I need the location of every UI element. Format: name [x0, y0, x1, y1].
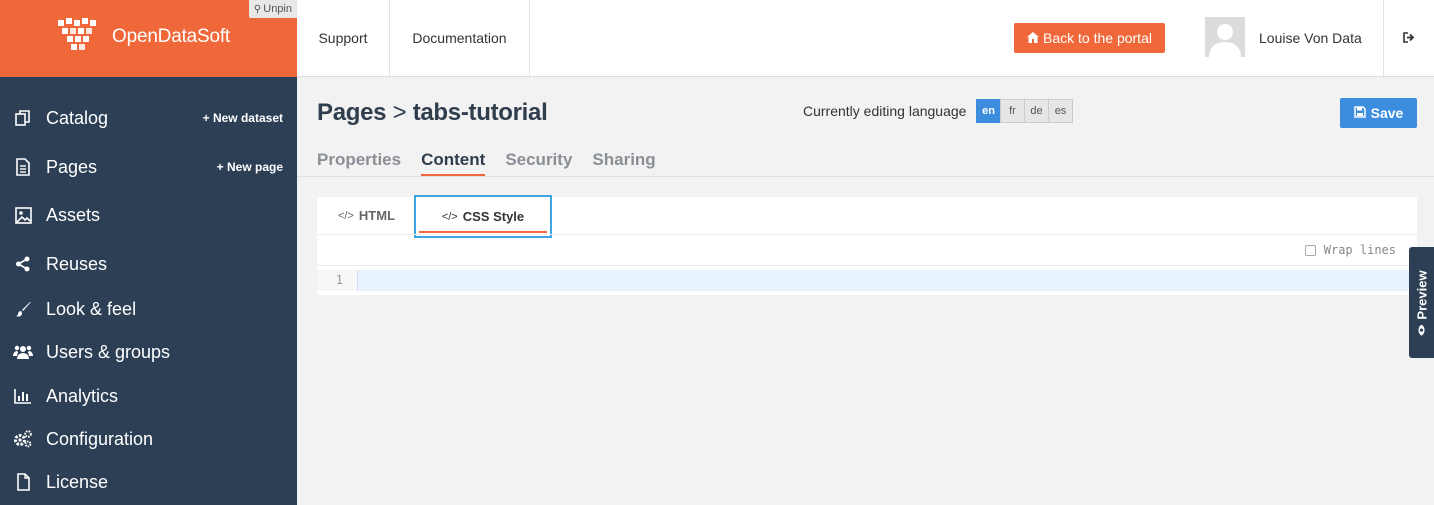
unpin-label: Unpin — [263, 3, 292, 15]
page-icon — [13, 157, 33, 177]
image-icon — [13, 205, 33, 225]
users-icon — [13, 342, 33, 362]
language-es-button[interactable]: es — [1048, 99, 1073, 123]
sidebar-item-look-feel[interactable]: Look & feel — [0, 289, 297, 329]
logo-icon — [58, 18, 96, 50]
sidebar-item-label: Analytics — [46, 385, 119, 406]
sidebar-item-label: Look & feel — [46, 298, 137, 319]
language-en-button[interactable]: en — [976, 99, 1001, 123]
language-selector: en fr de es — [976, 99, 1073, 123]
save-label: Save — [1370, 105, 1404, 121]
catalog-icon — [13, 108, 33, 128]
wrap-lines-label: Wrap lines — [1323, 243, 1396, 257]
brush-icon — [13, 299, 33, 319]
new-page-button[interactable]: + New page — [217, 160, 283, 174]
preview-toggle[interactable]: Preview — [1409, 247, 1434, 358]
code-icon: </> — [441, 210, 458, 223]
editor-tab-label: HTML — [358, 208, 396, 223]
preview-label: Preview — [1414, 269, 1429, 320]
wrap-lines-toggle[interactable]: Wrap lines — [1304, 243, 1396, 257]
new-page-label: New page — [226, 160, 283, 174]
sign-out-icon — [1402, 30, 1416, 48]
page-tabs: Properties Content Security Sharing — [317, 150, 676, 176]
editor-toolbar-divider — [317, 265, 1417, 266]
top-bar: Support Documentation Back to the portal… — [297, 0, 1434, 77]
save-icon — [1353, 105, 1366, 121]
brand-name: OpenDataSoft — [112, 26, 231, 47]
sidebar-item-analytics[interactable]: Analytics — [0, 376, 297, 416]
home-icon — [1027, 30, 1040, 46]
tabs-divider — [297, 176, 1434, 177]
documentation-link[interactable]: Documentation — [390, 0, 530, 77]
support-link[interactable]: Support — [297, 0, 390, 77]
sidebar-item-label: Reuses — [46, 253, 108, 274]
sidebar-item-users-groups[interactable]: Users & groups — [0, 332, 297, 372]
user-name[interactable]: Louise Von Data — [1259, 30, 1362, 46]
brand-header[interactable]: OpenDataSoft ⚲ Unpin — [0, 0, 297, 77]
save-button[interactable]: Save — [1340, 98, 1417, 128]
editor-tabs-divider — [317, 234, 1417, 235]
cogs-icon — [13, 429, 33, 449]
wrap-lines-checkbox[interactable] — [1304, 244, 1316, 256]
sidebar-item-label: Pages — [46, 156, 98, 177]
sidebar-item-reuses[interactable]: Reuses — [0, 244, 297, 284]
sidebar-item-label: Configuration — [46, 428, 154, 449]
sidebar-item-label: Assets — [46, 204, 101, 225]
unpin-button[interactable]: ⚲ Unpin — [248, 0, 297, 18]
tab-properties[interactable]: Properties — [317, 150, 401, 176]
breadcrumb-separator: > — [392, 99, 407, 126]
language-de-button[interactable]: de — [1024, 99, 1049, 123]
file-icon — [13, 472, 33, 492]
editor-tab-html[interactable]: </> HTML — [338, 197, 395, 234]
avatar[interactable] — [1205, 17, 1245, 57]
pin-icon: ⚲ — [253, 4, 262, 15]
sidebar: OpenDataSoft ⚲ Unpin Catalog + New datase… — [0, 0, 297, 505]
editor-tab-css-style[interactable]: </> CSS Style — [414, 195, 552, 238]
bar-chart-icon — [13, 386, 33, 406]
breadcrumb-parent[interactable]: Pages — [317, 99, 387, 126]
code-input-line[interactable] — [357, 270, 1417, 291]
sidebar-item-label: Users & groups — [46, 341, 171, 362]
editor-tab-label: CSS Style — [462, 209, 525, 224]
eye-icon — [1416, 324, 1428, 336]
sidebar-item-catalog[interactable]: Catalog + New dataset — [0, 98, 297, 138]
sidebar-item-configuration[interactable]: Configuration — [0, 419, 297, 459]
breadcrumb-current: tabs-tutorial — [412, 99, 548, 126]
preview-text: Preview — [1414, 269, 1429, 336]
sidebar-item-pages[interactable]: Pages + New page — [0, 147, 297, 187]
sidebar-item-license[interactable]: License — [0, 462, 297, 502]
code-editor-panel: </> HTML </> CSS Style Wrap lines 1 — [317, 195, 1417, 295]
new-dataset-button[interactable]: + New dataset — [203, 111, 283, 125]
tab-content[interactable]: Content — [421, 150, 486, 176]
back-to-portal-label: Back to the portal — [1043, 30, 1152, 46]
share-icon — [13, 254, 33, 274]
language-fr-button[interactable]: fr — [1000, 99, 1025, 123]
sidebar-item-assets[interactable]: Assets — [0, 195, 297, 235]
language-label: Currently editing language — [803, 103, 967, 119]
sidebar-item-label: Catalog — [46, 107, 109, 128]
back-to-portal-button[interactable]: Back to the portal — [1014, 23, 1165, 53]
tab-sharing[interactable]: Sharing — [592, 150, 655, 176]
tab-security[interactable]: Security — [505, 150, 572, 176]
line-number: 1 — [317, 270, 357, 291]
page-title: Pages > tabs-tutorial — [317, 99, 548, 127]
sidebar-item-label: License — [46, 471, 109, 492]
sign-out-button[interactable] — [1383, 0, 1434, 77]
code-icon: </> — [338, 209, 354, 222]
active-tab-underline — [419, 231, 547, 233]
new-dataset-label: New dataset — [212, 111, 283, 125]
